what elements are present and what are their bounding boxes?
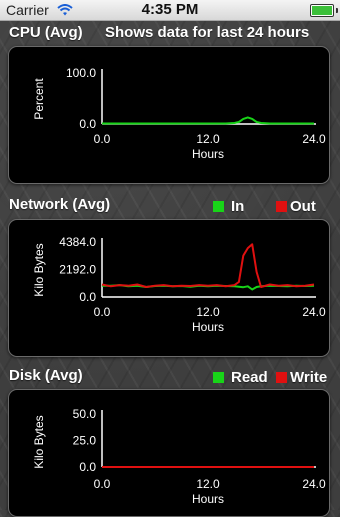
legend-out-swatch: [276, 201, 287, 212]
x-axis-label: Hours: [192, 320, 224, 334]
y-axis-label: Kilo Bytes: [32, 415, 46, 468]
y-tick-label: 100.0: [66, 66, 96, 80]
x-tick-label: 12.0: [196, 305, 220, 319]
disk-chart-panel: 0.0 25.0 50.0 0.0 12.0 24.0 Hours Kilo Bytes: [8, 389, 330, 517]
x-tick-label: 24.0: [302, 305, 326, 319]
status-bar: Carrier 4:35 PM: [0, 0, 340, 21]
x-axis-label: Hours: [192, 492, 224, 506]
x-axis-label: Hours: [192, 147, 224, 161]
y-tick-label: 0.0: [79, 460, 96, 474]
cpu-title: CPU (Avg): [9, 24, 83, 41]
network-chart: 0.0 2192.0 4384.0 0.0 12.0 24.0 Hours Kilo Byte…: [32, 235, 326, 334]
x-tick-label: 24.0: [302, 132, 326, 146]
legend-write-label: Write: [290, 369, 328, 386]
cpu-chart: 0.0 100.0 0.0 12.0 24.0 Hours Percent: [32, 66, 326, 161]
y-tick-label: 0.0: [79, 290, 96, 304]
x-tick-label: 12.0: [196, 132, 220, 146]
legend-write-swatch: [276, 372, 287, 383]
legend-read-swatch: [213, 372, 224, 383]
time-range-subtitle: Shows data for last 24 hours: [105, 24, 310, 41]
x-tick-label: 12.0: [196, 477, 220, 491]
y-axis-label: Kilo Bytes: [32, 243, 46, 296]
series-line-0: [102, 116, 314, 125]
network-title: Network (Avg): [9, 196, 111, 213]
y-tick-label: 4384.0: [59, 235, 96, 249]
x-tick-label: 0.0: [94, 305, 111, 319]
status-time: 4:35 PM: [141, 1, 199, 18]
y-tick-label: 2192.0: [59, 263, 96, 277]
battery-icon: [310, 4, 334, 17]
disk-title: Disk (Avg): [9, 367, 83, 384]
series-line-out: [101, 243, 315, 288]
cpu-chart-panel: 0.0 100.0 0.0 12.0 24.0 Hours Percent: [8, 46, 330, 184]
disk-chart: 0.0 25.0 50.0 0.0 12.0 24.0 Hours Kilo Bytes: [32, 407, 326, 506]
y-tick-label: 0.0: [79, 117, 96, 131]
x-tick-label: 24.0: [302, 477, 326, 491]
legend-read-label: Read: [231, 369, 268, 386]
network-chart-panel: 0.0 2192.0 4384.0 0.0 12.0 24.0 Hours Kilo Byte…: [8, 219, 330, 357]
legend-in-label: In: [231, 198, 245, 215]
legend-in-swatch: [213, 201, 224, 212]
x-tick-label: 0.0: [94, 132, 111, 146]
battery-tip: [336, 8, 338, 13]
legend-out-label: Out: [290, 198, 316, 215]
y-tick-label: 25.0: [73, 434, 97, 448]
x-tick-label: 0.0: [94, 477, 111, 491]
y-axis-label: Percent: [32, 78, 46, 120]
y-tick-label: 50.0: [73, 407, 97, 421]
